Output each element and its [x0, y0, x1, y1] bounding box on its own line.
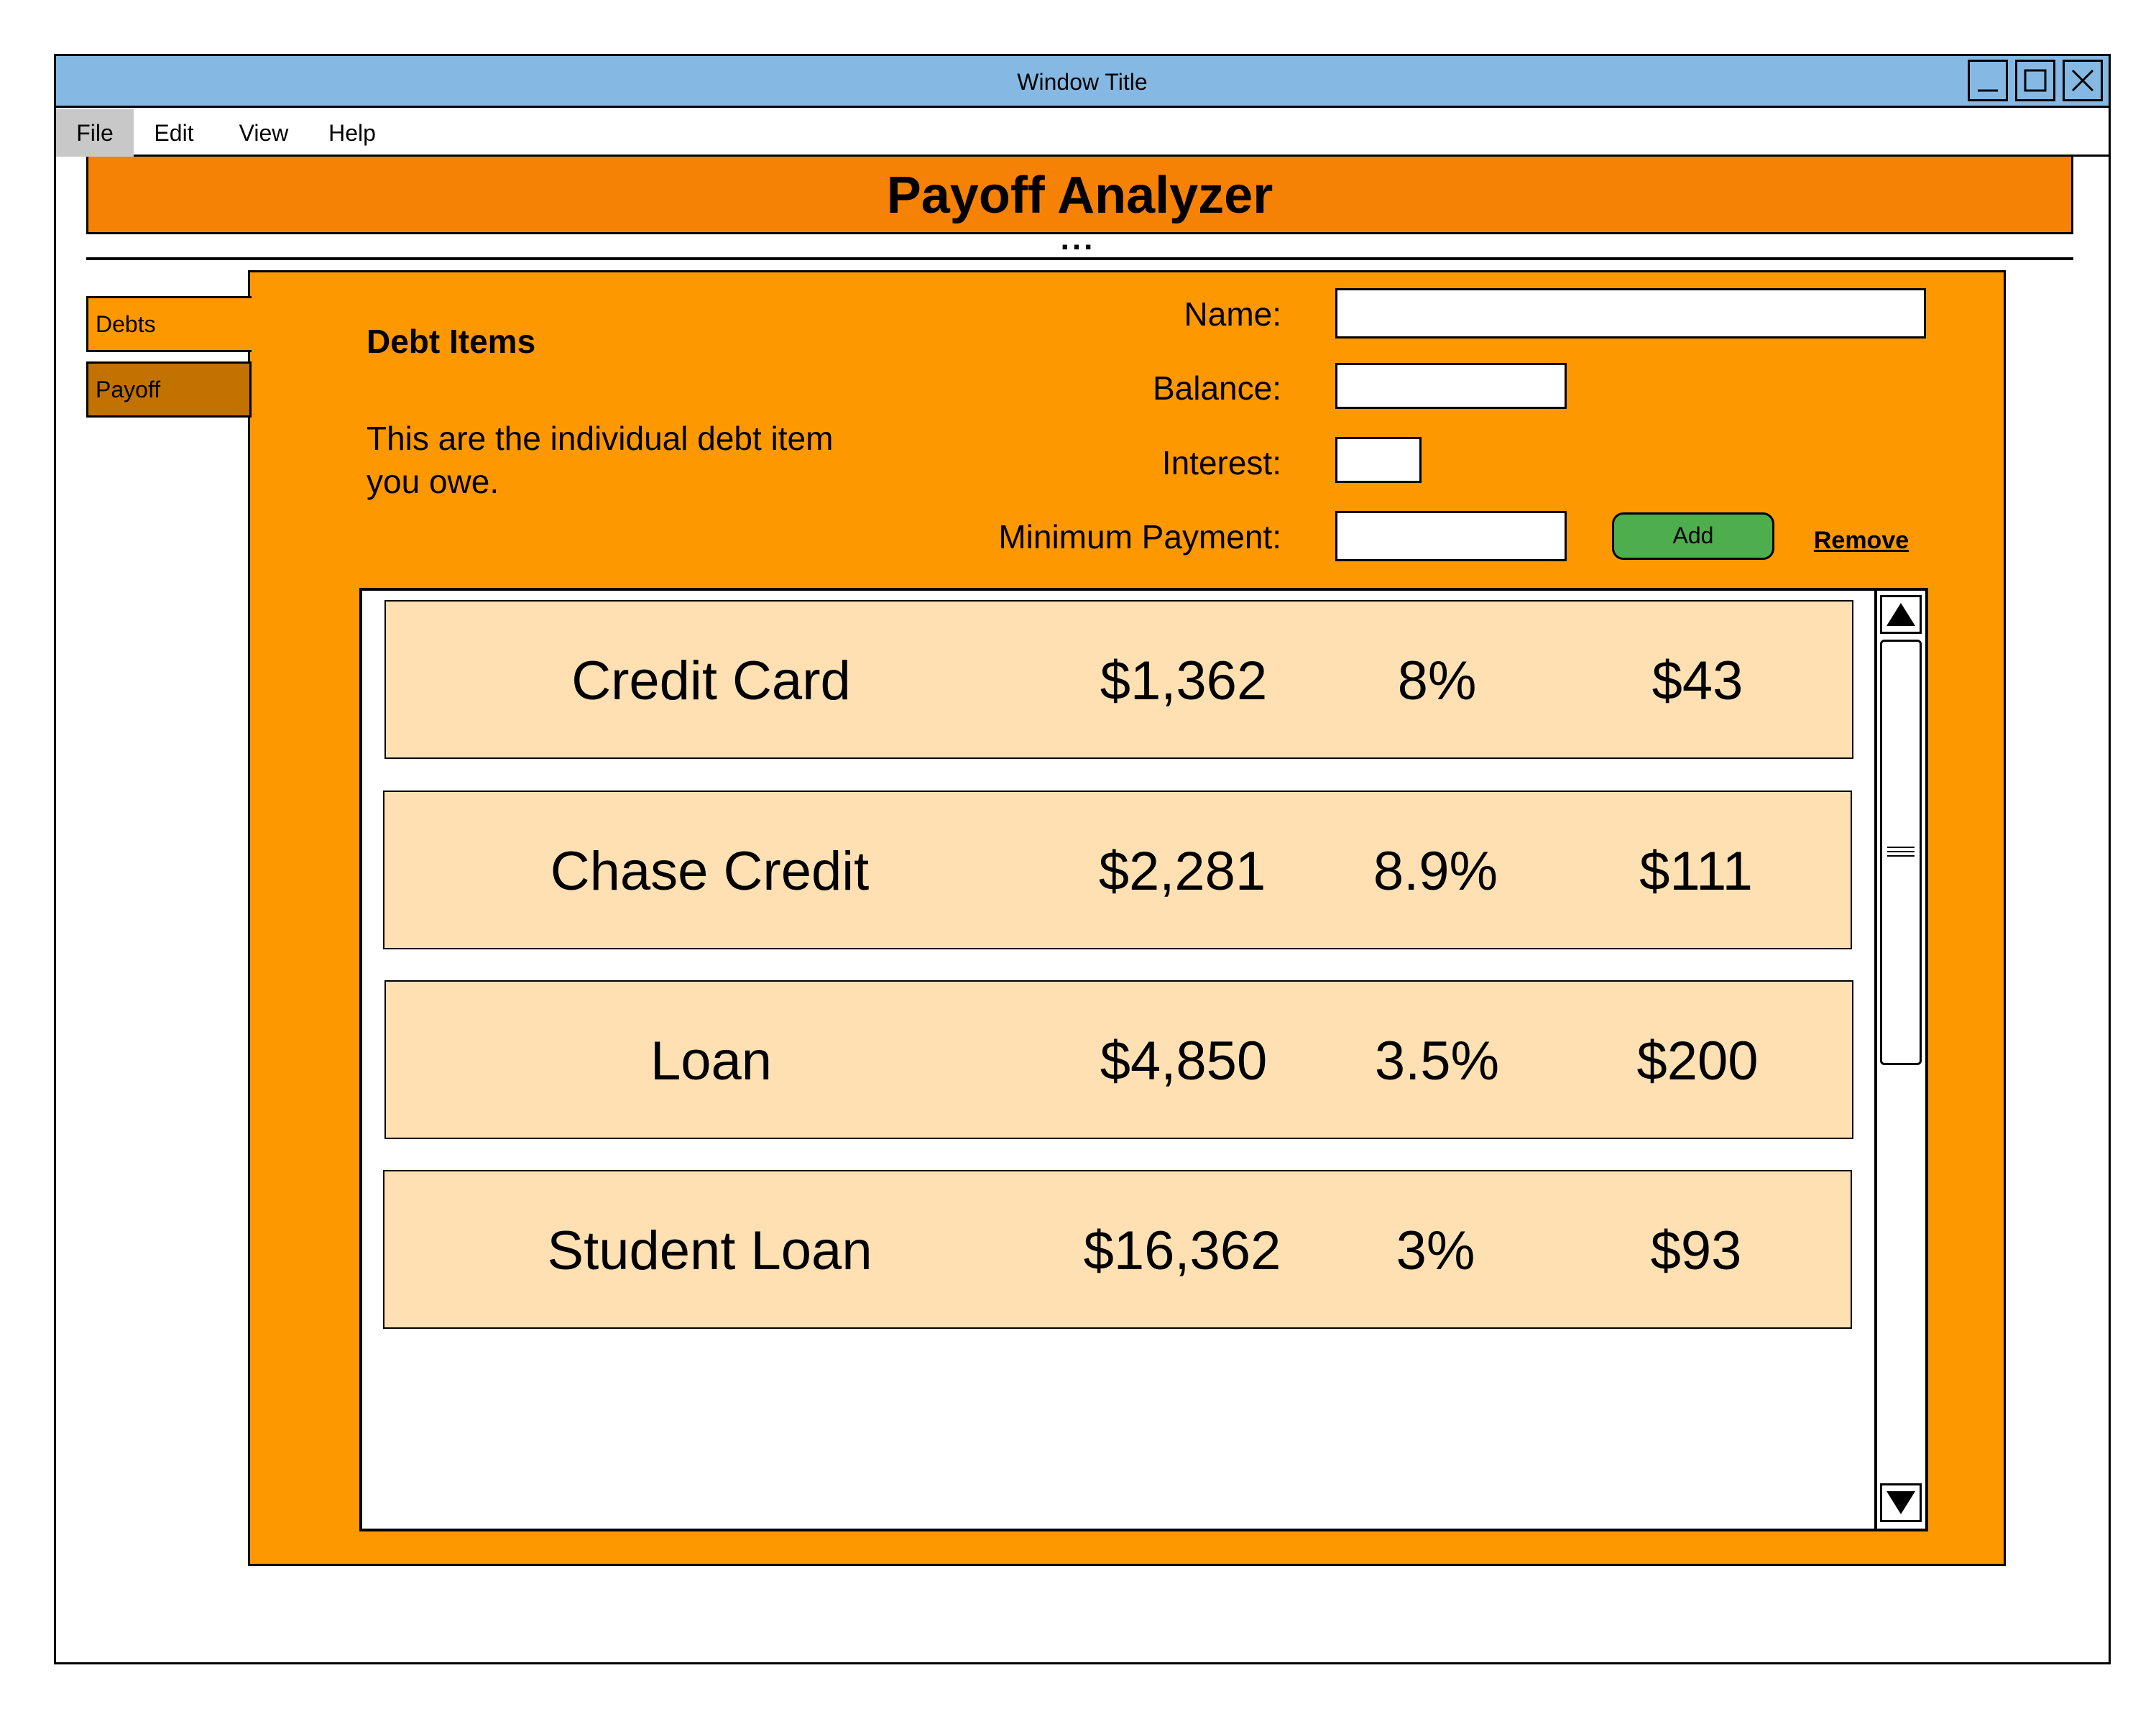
window-title: Window Title — [1017, 69, 1148, 95]
debt-min-payment: $111 — [1639, 841, 1753, 902]
menu-help[interactable]: Help — [316, 109, 388, 157]
add-button[interactable]: Add — [1612, 512, 1774, 560]
interest-input[interactable] — [1335, 437, 1422, 483]
tab-connector — [248, 298, 252, 350]
list-item[interactable]: Loan $4,850 3.5% $200 — [384, 980, 1853, 1139]
debt-balance: $4,850 — [1100, 1031, 1268, 1092]
menu-file[interactable]: File — [56, 109, 134, 157]
balance-label: Balance: — [1152, 369, 1281, 407]
name-input[interactable] — [1335, 288, 1926, 338]
close-button[interactable] — [2063, 60, 2103, 101]
debt-balance: $2,281 — [1098, 841, 1266, 902]
scroll-up-button[interactable] — [1880, 595, 1922, 634]
debt-balance: $1,362 — [1100, 650, 1268, 711]
debt-interest: 3.5% — [1374, 1031, 1500, 1092]
section-description: This are the individual debt item you ow… — [367, 420, 834, 500]
debt-min-payment: $200 — [1636, 1031, 1759, 1092]
debt-name: Chase Credit — [550, 841, 870, 902]
triangle-down-icon — [1886, 1491, 1915, 1514]
section-heading: Debt Items — [367, 323, 536, 360]
grip-icon — [1887, 847, 1915, 857]
maximize-icon — [2024, 69, 2047, 92]
minimize-icon — [1978, 89, 1998, 92]
debt-min-payment: $93 — [1650, 1220, 1742, 1281]
close-icon — [2071, 69, 2094, 92]
minimize-button[interactable] — [1968, 60, 2008, 101]
remove-link[interactable]: Remove — [1797, 522, 1926, 558]
debt-interest: 3% — [1396, 1220, 1475, 1281]
tab-debts[interactable]: Debts — [86, 296, 252, 352]
menu-view[interactable]: View — [224, 109, 303, 157]
debt-min-payment: $43 — [1651, 650, 1743, 711]
header-divider — [86, 257, 2073, 260]
debt-name: Loan — [650, 1031, 773, 1092]
triangle-up-icon — [1886, 603, 1915, 626]
list-item[interactable]: Credit Card $1,362 8% $43 — [384, 600, 1853, 759]
debt-name: Credit Card — [571, 650, 851, 711]
min-payment-label: Minimum Payment: — [998, 518, 1281, 556]
list-item[interactable]: Student Loan $16,362 3% $93 — [383, 1170, 1852, 1329]
tab-payoff[interactable]: Payoff — [86, 361, 252, 418]
debt-interest: 8% — [1397, 650, 1477, 711]
interest-label: Interest: — [1161, 444, 1281, 482]
maximize-button[interactable] — [2015, 60, 2055, 101]
menu-edit[interactable]: Edit — [141, 109, 207, 157]
name-label: Name: — [1184, 295, 1281, 333]
list-item[interactable]: Chase Credit $2,281 8.9% $111 — [383, 791, 1852, 949]
min-payment-input[interactable] — [1335, 511, 1567, 561]
scroll-down-button[interactable] — [1880, 1483, 1922, 1522]
balance-input[interactable] — [1335, 363, 1567, 409]
debt-balance: $16,362 — [1083, 1220, 1281, 1281]
more-handle[interactable]: ... — [1035, 224, 1121, 257]
debt-interest: 8.9% — [1373, 841, 1498, 902]
debt-name: Student Loan — [547, 1220, 872, 1281]
